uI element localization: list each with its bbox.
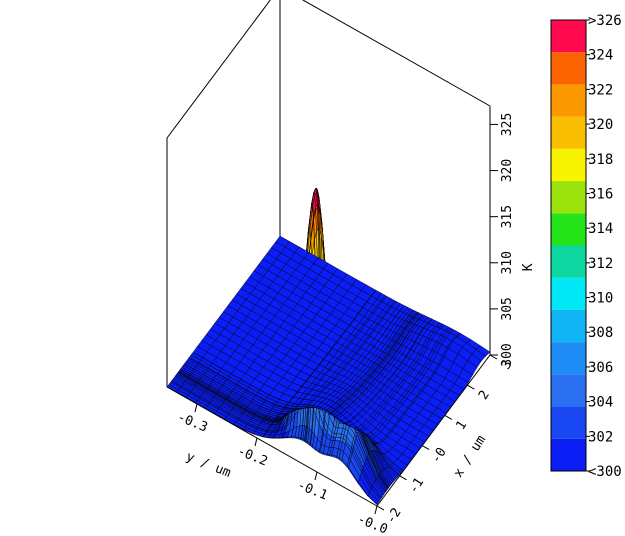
colorbar-label: 312 xyxy=(588,256,613,272)
y-tick-mark xyxy=(314,471,318,481)
colorbar-swatch xyxy=(551,148,586,182)
colorbar-label: 310 xyxy=(588,291,613,307)
colorbar-swatch xyxy=(551,116,586,149)
z-tick-label: 325 xyxy=(500,113,515,136)
x-tick-mark xyxy=(467,384,475,390)
colorbar-swatch xyxy=(551,438,586,471)
y-tick-mark xyxy=(194,403,198,413)
z-tick-label: 320 xyxy=(500,159,515,182)
colorbar-swatch xyxy=(551,20,586,53)
x-tick-label: 2 xyxy=(476,388,493,403)
colorbar-label: 318 xyxy=(588,152,613,168)
x-tick-label: -0 xyxy=(429,445,450,466)
box-edge xyxy=(301,0,491,107)
z-tick-label: 315 xyxy=(500,205,515,228)
y-tick-label: -0.3 xyxy=(175,410,210,436)
x-tick-mark xyxy=(399,475,407,481)
colorbar-swatch xyxy=(551,342,586,375)
y-tick-label: -0.2 xyxy=(235,444,270,470)
colorbar-label: 306 xyxy=(588,360,613,376)
z-tick-label: 305 xyxy=(500,297,515,320)
colorbar-swatch xyxy=(551,213,586,246)
colorbar-swatch xyxy=(551,181,586,214)
z-axis-label: K xyxy=(521,263,536,271)
box-edge xyxy=(166,0,271,139)
x-tick-mark xyxy=(376,505,385,511)
bounding-box-back xyxy=(166,0,491,236)
colorbar-swatch xyxy=(551,277,586,310)
colorbar-swatch xyxy=(551,374,586,407)
surface-plot: 300305310315320325K-2-1-0123x / um-0.0-0… xyxy=(166,0,622,536)
colorbar-swatch xyxy=(551,245,586,278)
x-tick-mark xyxy=(489,354,498,360)
z-tick-label: 310 xyxy=(500,251,515,274)
colorbar: <300 302 304 306 308 310 312 314 316 318 320 322 324… xyxy=(550,13,622,480)
colorbar-label: 302 xyxy=(588,429,613,445)
colorbar-label: <300 xyxy=(588,464,622,480)
y-axis-label: y / um xyxy=(184,449,233,481)
colorbar-label: 324 xyxy=(588,48,613,64)
colorbar-label: >326 xyxy=(588,13,622,29)
colorbar-swatch xyxy=(551,406,586,439)
colorbar-swatch xyxy=(551,309,586,343)
colorbar-label: 314 xyxy=(588,221,613,237)
colorbar-label: 320 xyxy=(588,117,613,133)
colorbar-label: 304 xyxy=(588,395,613,411)
x-axis-label: x / um xyxy=(451,433,489,481)
colorbar-label: 322 xyxy=(588,82,613,98)
colorbar-label: 316 xyxy=(588,186,613,202)
colorbar-swatch xyxy=(551,52,586,85)
colorbar-label: 308 xyxy=(588,325,613,341)
y-tick-mark xyxy=(254,437,258,447)
y-tick-label: -0.1 xyxy=(295,478,330,504)
x-tick-mark xyxy=(444,414,453,420)
colorbar-swatch xyxy=(551,84,586,117)
y-tick-mark xyxy=(374,505,378,515)
x-tick-label: 1 xyxy=(453,418,470,433)
x-tick-label: -1 xyxy=(406,475,427,496)
x-tick-mark xyxy=(421,445,430,451)
